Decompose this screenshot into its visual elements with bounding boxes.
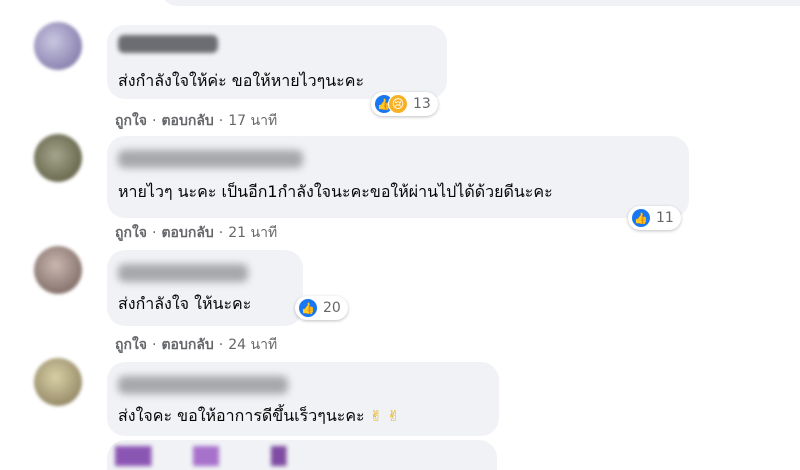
avatar[interactable] — [34, 246, 82, 294]
comment-text-body: ส่งใจคะ ขอให้อาการดีขึ้นเร็วๆนะคะ — [118, 406, 365, 425]
reaction-summary[interactable]: 👍 11 — [628, 206, 681, 230]
victory-hand-icon: ✌ ✌ — [369, 407, 400, 425]
comment-actions: ถูกใจ · ตอบกลับ · 24 นาที — [115, 334, 277, 356]
comment-actions: ถูกใจ · ตอบกลับ · 17 นาที — [115, 110, 277, 132]
comment-bubble: ส่งกำลังใจ ให้นะคะ — [107, 250, 303, 326]
sticker-preview — [115, 446, 375, 466]
reply-link[interactable]: ตอบกลับ — [161, 113, 213, 129]
avatar[interactable] — [34, 358, 82, 406]
reaction-count: 20 — [323, 300, 341, 316]
separator-dot: · — [218, 225, 224, 241]
separator-dot: · — [218, 113, 224, 129]
separator-dot: · — [152, 113, 157, 129]
comment-text: หายไวๆ นะคะ เป็นอีก1กำลังใจนะคะขอให้ผ่าน… — [118, 182, 553, 201]
reaction-count: 11 — [656, 210, 674, 226]
avatar[interactable] — [34, 134, 82, 182]
reply-link[interactable]: ตอบกลับ — [161, 337, 213, 353]
comment-bubble: หายไวๆ นะคะ เป็นอีก1กำลังใจนะคะขอให้ผ่าน… — [107, 136, 689, 218]
timestamp[interactable]: 17 นาที — [228, 113, 277, 129]
like-link[interactable]: ถูกใจ — [115, 337, 147, 353]
comment-text: ส่งกำลังใจ ให้นะคะ — [118, 294, 252, 313]
author-name-blurred[interactable] — [118, 150, 303, 168]
like-icon: 👍 — [298, 298, 318, 318]
reply-link[interactable]: ตอบกลับ — [161, 225, 213, 241]
comment-text: ส่งใจคะ ขอให้อาการดีขึ้นเร็วๆนะคะ ✌ ✌ — [118, 404, 400, 429]
author-name-blurred[interactable] — [118, 264, 248, 282]
like-link[interactable]: ถูกใจ — [115, 225, 147, 241]
comment-actions: ถูกใจ · ตอบกลับ · 21 นาที — [115, 222, 277, 244]
reaction-summary[interactable]: 👍 😢 13 — [371, 92, 438, 116]
like-icon: 👍 — [631, 208, 651, 228]
separator-dot: · — [218, 337, 224, 353]
author-name-blurred[interactable] — [118, 376, 288, 394]
reaction-summary[interactable]: 👍 20 — [295, 296, 348, 320]
reaction-count: 13 — [413, 96, 431, 112]
comment-text: ส่งกำลังใจให้ค่ะ ขอให้หายไวๆนะคะ — [118, 71, 365, 90]
like-link[interactable]: ถูกใจ — [115, 113, 147, 129]
timestamp[interactable]: 24 นาที — [228, 337, 277, 353]
author-name-blurred[interactable] — [118, 35, 218, 53]
comment-bubble: ส่งกำลังใจให้ค่ะ ขอให้หายไวๆนะคะ — [107, 25, 447, 99]
timestamp[interactable]: 21 นาที — [228, 225, 277, 241]
avatar[interactable] — [34, 22, 82, 70]
comment-bubble: ส่งใจคะ ขอให้อาการดีขึ้นเร็วๆนะคะ ✌ ✌ — [107, 362, 499, 436]
separator-dot: · — [152, 337, 157, 353]
separator-dot: · — [152, 225, 157, 241]
next-comment-bubble — [107, 440, 497, 470]
previous-comment-bubble — [160, 0, 800, 6]
sad-icon: 😢 — [388, 94, 408, 114]
